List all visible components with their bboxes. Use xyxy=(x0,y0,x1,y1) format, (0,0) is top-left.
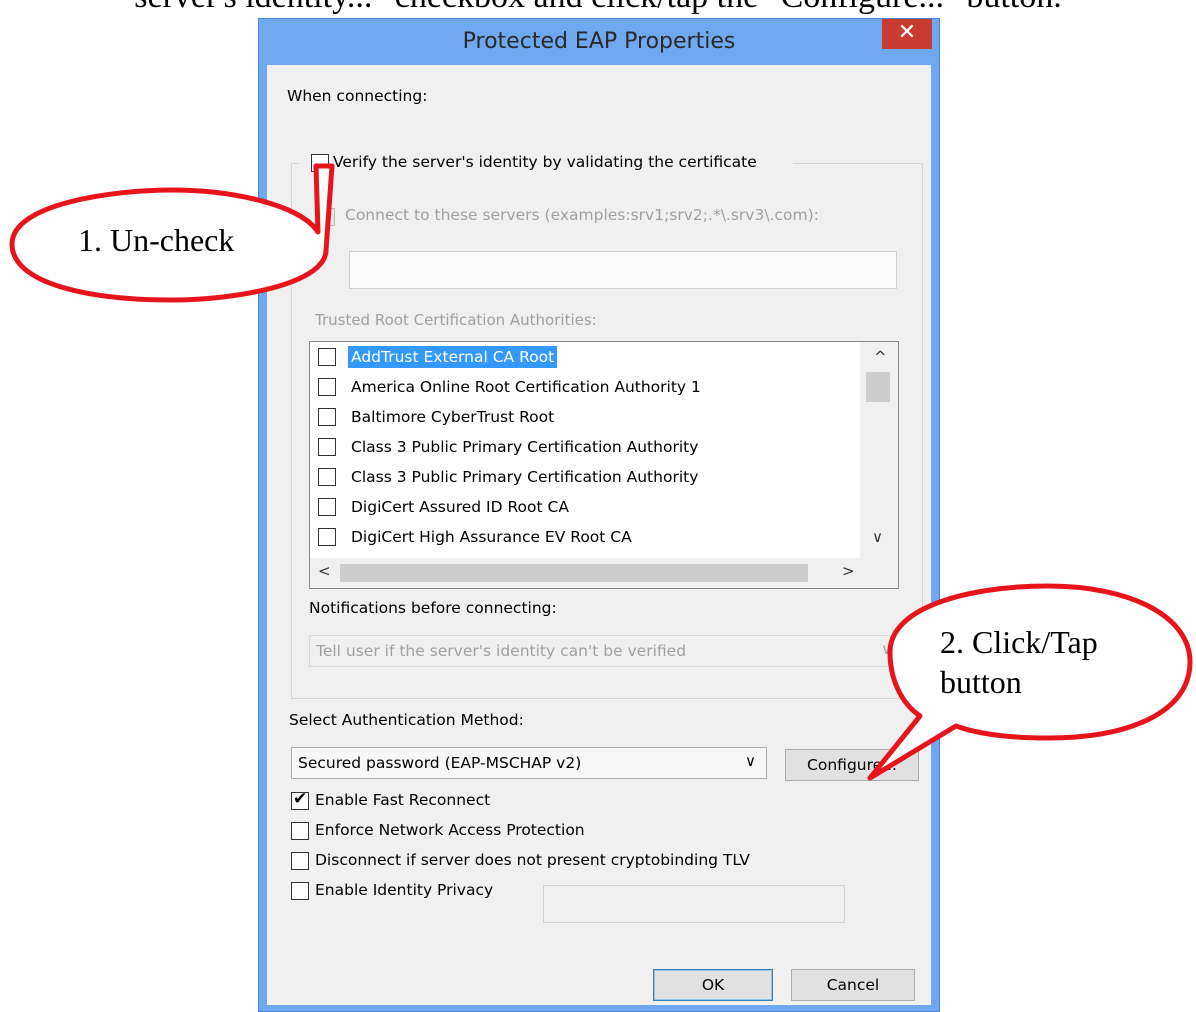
horizontal-scrollbar[interactable]: < > xyxy=(310,558,898,588)
click-callout-text-line1: 2. Click/Tap xyxy=(940,624,1098,660)
chevron-down-icon: ∨ xyxy=(745,752,756,770)
scroll-left-icon[interactable]: < xyxy=(318,562,331,580)
hscroll-thumb[interactable] xyxy=(340,564,808,582)
ca-list-item[interactable]: Class 3 Public Primary Certification Aut… xyxy=(310,462,858,492)
vertical-scrollbar[interactable]: ^ ∨ xyxy=(860,342,898,558)
uncheck-callout-text: 1. Un-check xyxy=(78,222,235,258)
when-connecting-label: When connecting: xyxy=(287,87,428,105)
cryptobinding-checkbox[interactable] xyxy=(291,852,309,870)
ca-list-item[interactable]: AddTrust External CA Root xyxy=(310,342,858,372)
ca-list-item[interactable]: America Online Root Certification Author… xyxy=(310,372,858,402)
scroll-right-icon[interactable]: > xyxy=(842,562,855,580)
fast-reconnect-label: Enable Fast Reconnect xyxy=(315,791,491,809)
scroll-thumb[interactable] xyxy=(866,372,890,402)
identity-privacy-checkbox[interactable] xyxy=(291,882,309,900)
servers-input[interactable] xyxy=(349,251,897,289)
click-callout xyxy=(867,583,1193,781)
notifications-dropdown[interactable]: Tell user if the server's identity can't… xyxy=(309,635,903,667)
ca-checkbox[interactable] xyxy=(318,348,336,366)
close-button[interactable]: ✕ xyxy=(882,19,932,49)
click-callout-text-line2: button xyxy=(940,664,1022,700)
verify-server-text: Verify the server's identity by validati… xyxy=(333,153,757,171)
trusted-root-label: Trusted Root Certification Authorities: xyxy=(315,311,597,329)
ca-name: America Online Root Certification Author… xyxy=(351,378,701,396)
notifications-value: Tell user if the server's identity can't… xyxy=(316,642,687,660)
instruction-text: server's identity..." checkbox and click… xyxy=(0,0,1196,16)
fast-reconnect-checkbox[interactable]: ✔ xyxy=(291,789,309,810)
ca-checkbox[interactable] xyxy=(318,528,336,546)
ca-name: DigiCert Assured ID Root CA xyxy=(351,498,569,516)
nap-label: Enforce Network Access Protection xyxy=(315,821,585,839)
ca-checkbox[interactable] xyxy=(318,498,336,516)
ca-checkbox[interactable] xyxy=(318,438,336,456)
ca-list-item[interactable]: Class 3 Public Primary Certification Aut… xyxy=(310,432,858,462)
ca-name: DigiCert High Assurance EV Root CA xyxy=(351,528,632,546)
click-callout-bubble xyxy=(867,583,1193,781)
eap-properties-dialog: Protected EAP Properties ✕ When connecti… xyxy=(258,18,940,1012)
ca-name: Class 3 Public Primary Certification Aut… xyxy=(351,438,699,456)
ca-name: Baltimore CyberTrust Root xyxy=(351,408,555,426)
scroll-down-icon[interactable]: ∨ xyxy=(872,528,883,546)
check-icon: ✔ xyxy=(293,789,308,809)
ca-name: AddTrust External CA Root xyxy=(348,346,558,368)
ca-listbox[interactable]: AddTrust External CA Root America Online … xyxy=(309,341,899,589)
ca-list-item[interactable]: DigiCert High Assurance EV Root CA xyxy=(310,522,858,552)
ca-checkbox[interactable] xyxy=(318,378,336,396)
auth-method-label: Select Authentication Method: xyxy=(289,711,524,729)
auth-method-value: Secured password (EAP-MSCHAP v2) xyxy=(298,754,582,772)
notifications-label: Notifications before connecting: xyxy=(309,599,557,617)
title-bar: Protected EAP Properties ✕ xyxy=(259,19,939,65)
ok-button[interactable]: OK xyxy=(653,969,773,1001)
ca-checkbox[interactable] xyxy=(318,468,336,486)
nap-checkbox[interactable] xyxy=(291,822,309,840)
ca-list-item[interactable]: Baltimore CyberTrust Root xyxy=(310,402,858,432)
close-icon: ✕ xyxy=(897,20,917,45)
ca-name: Class 3 Public Primary Certification Aut… xyxy=(351,468,699,486)
identity-privacy-label: Enable Identity Privacy xyxy=(315,881,494,899)
ca-checkbox[interactable] xyxy=(318,408,336,426)
window-title: Protected EAP Properties xyxy=(462,29,736,54)
identity-privacy-input[interactable] xyxy=(543,885,845,923)
auth-method-dropdown[interactable]: Secured password (EAP-MSCHAP v2) ∨ xyxy=(291,747,767,779)
cancel-button[interactable]: Cancel xyxy=(791,969,915,1001)
connect-servers-label: Connect to these servers (examples:srv1;… xyxy=(345,206,819,224)
cryptobinding-label: Disconnect if server does not present cr… xyxy=(315,851,750,869)
dialog-body: When connecting: Verify the server's ide… xyxy=(267,65,931,1005)
scroll-up-icon[interactable]: ^ xyxy=(874,348,887,366)
ca-list-item[interactable]: DigiCert Assured ID Root CA xyxy=(310,492,858,522)
